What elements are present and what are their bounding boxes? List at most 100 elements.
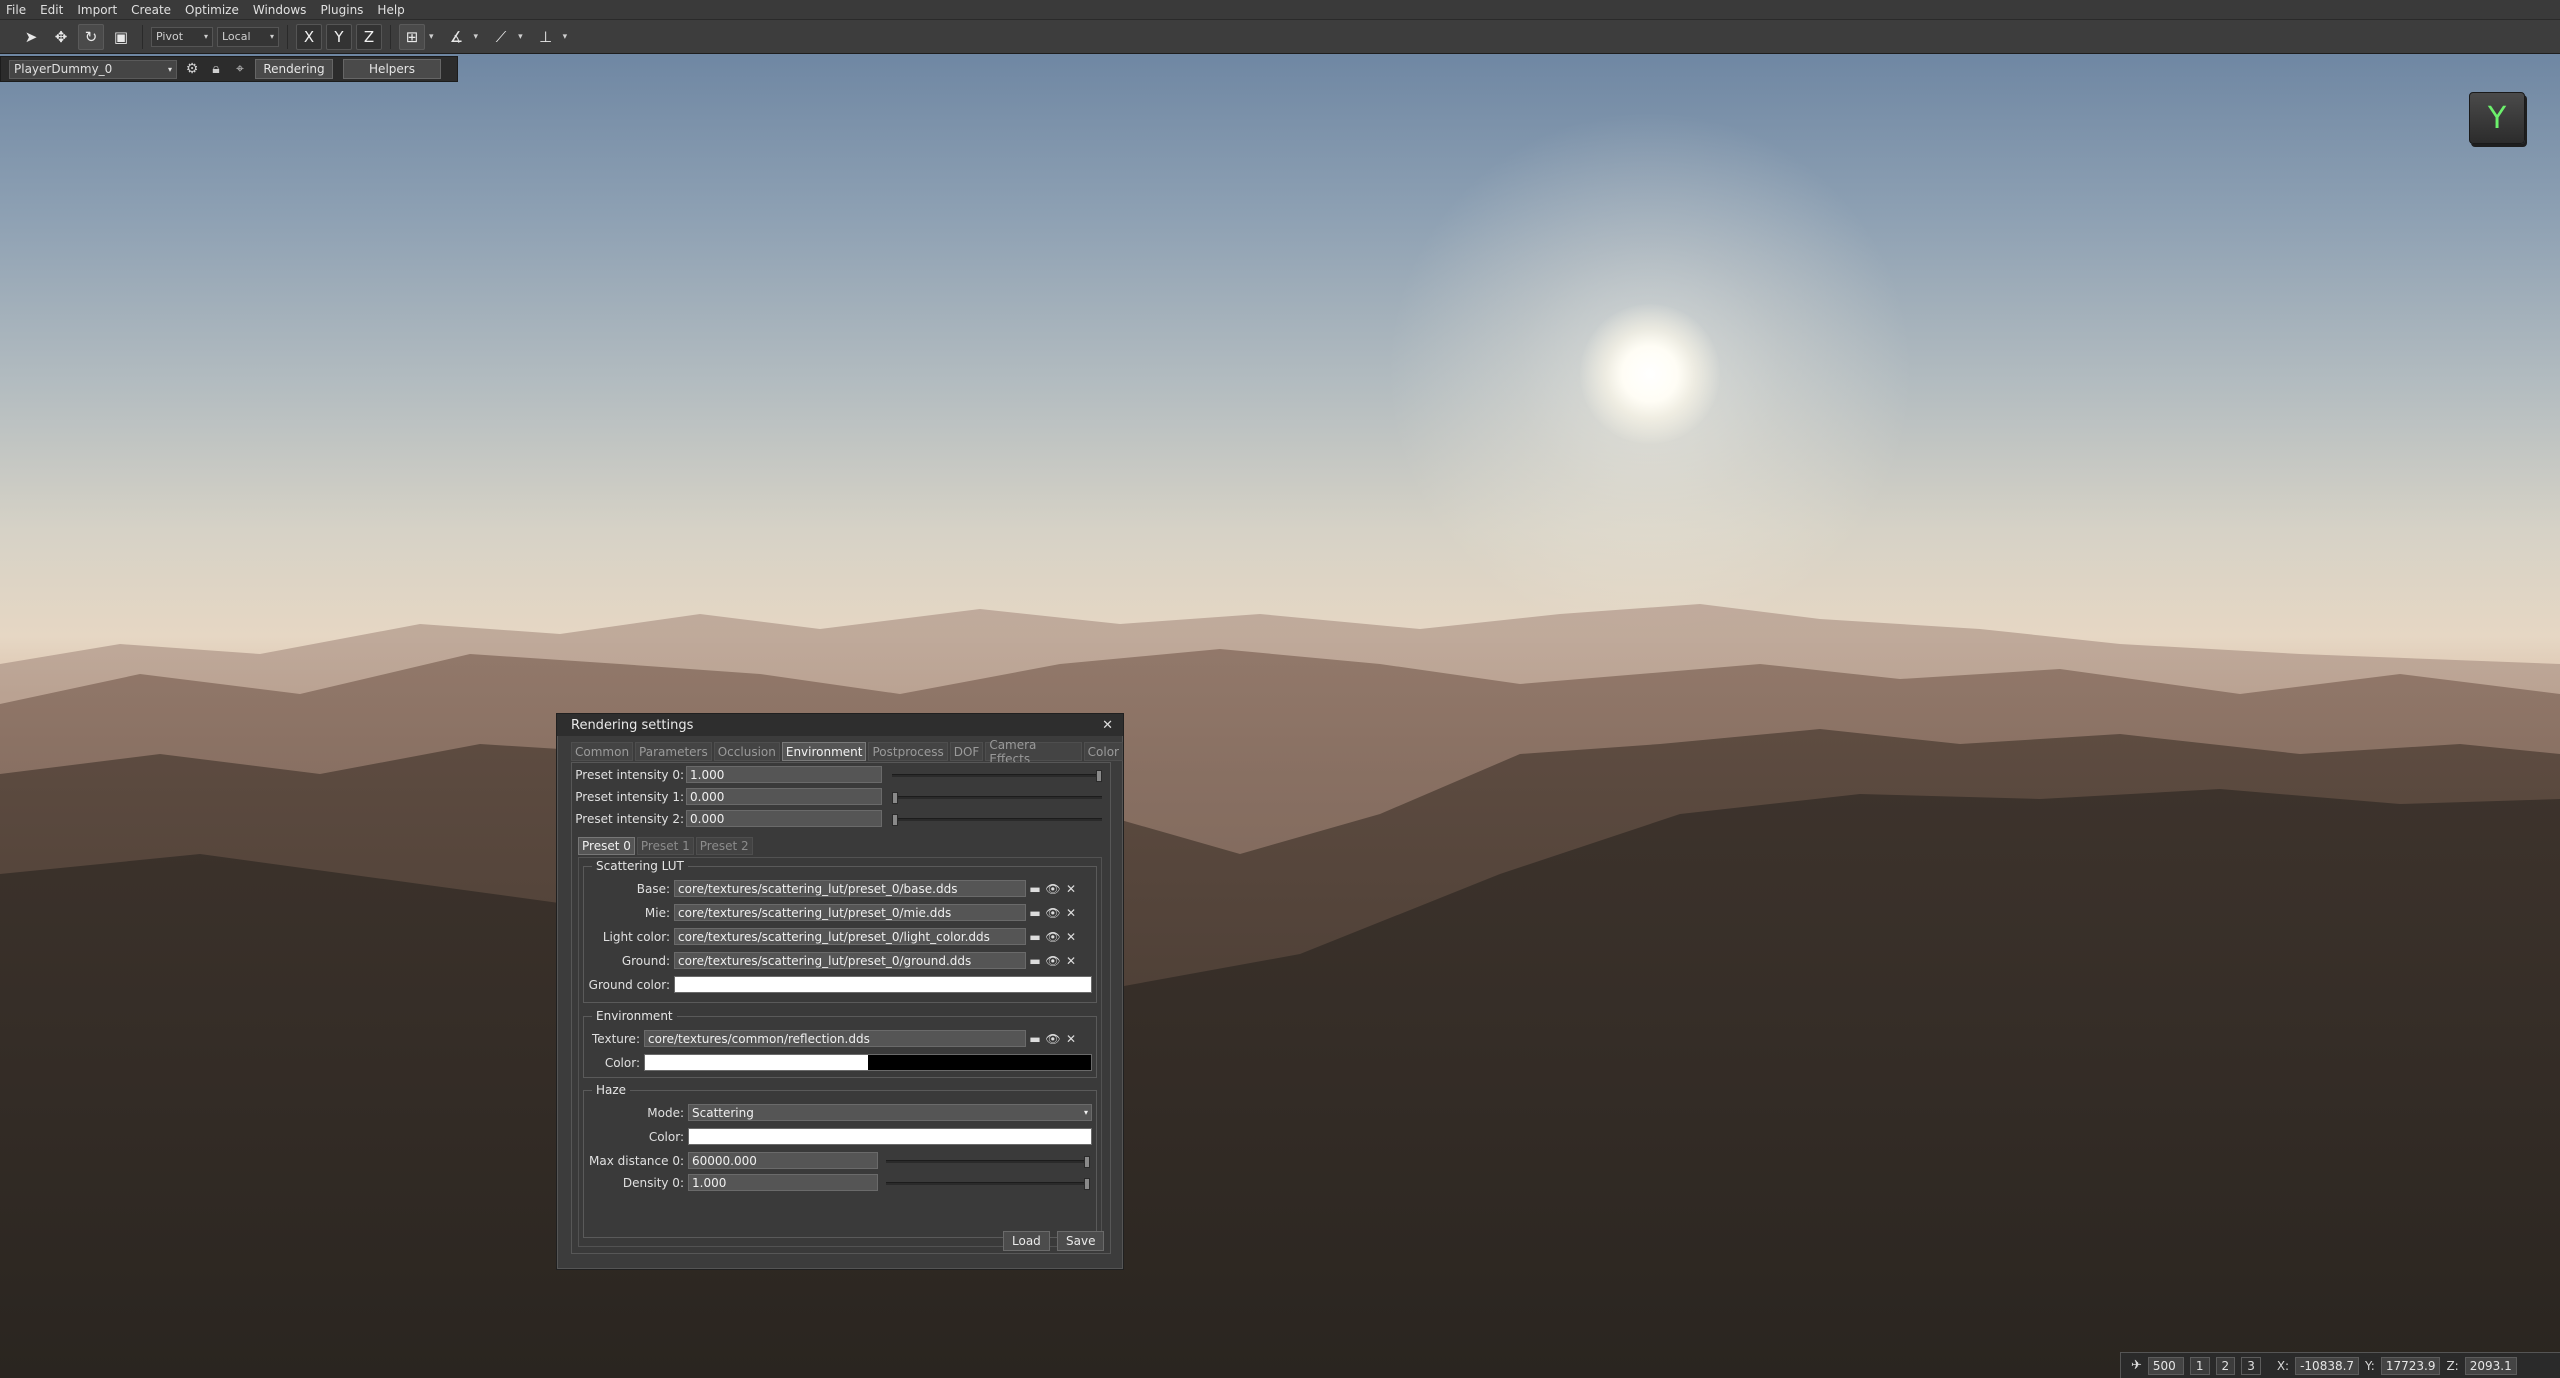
ground-path-field[interactable]: core/textures/scattering_lut/preset_0/gr… xyxy=(674,952,1026,969)
snap-angle-icon[interactable]: ∡ xyxy=(444,24,470,50)
view-2-button[interactable]: 2 xyxy=(2215,1356,2236,1375)
gear-icon[interactable]: ⚙ xyxy=(183,61,201,77)
axis-z-button[interactable]: Z xyxy=(356,23,382,50)
preset-intensity-2-slider[interactable] xyxy=(892,814,1102,826)
haze-mode-select[interactable]: Scattering ▾ xyxy=(688,1104,1092,1121)
preset-intensity-0-slider[interactable] xyxy=(892,770,1102,782)
clear-icon[interactable]: ✕ xyxy=(1062,1032,1080,1046)
eye-icon[interactable]: 👁︎ xyxy=(1044,882,1062,896)
select-tool-icon[interactable]: ➤ xyxy=(18,24,44,50)
mie-path-field[interactable]: core/textures/scattering_lut/preset_0/mi… xyxy=(674,904,1026,921)
tab-parameters[interactable]: Parameters xyxy=(635,742,712,761)
preset-intensity-2-field[interactable]: 0.000 xyxy=(686,810,882,827)
clear-icon[interactable]: ✕ xyxy=(1062,882,1080,896)
menu-windows[interactable]: Windows xyxy=(253,3,307,17)
load-button[interactable]: Load xyxy=(1003,1231,1050,1251)
tab-preset-2[interactable]: Preset 2 xyxy=(695,837,753,855)
folder-icon[interactable]: ▬ xyxy=(1026,930,1044,944)
pivot-select[interactable]: Pivot ▾ xyxy=(151,26,213,47)
space-value: Local xyxy=(222,30,251,43)
eye-icon[interactable]: 👁︎ xyxy=(1044,954,1062,968)
haze-color-label: Color: xyxy=(648,1129,684,1144)
haze-color-swatch[interactable] xyxy=(688,1128,1092,1145)
mie-label: Mie: xyxy=(644,905,670,920)
chevron-down-icon[interactable]: ▾ xyxy=(474,32,479,42)
save-button[interactable]: Save xyxy=(1057,1231,1105,1251)
clear-icon[interactable]: ✕ xyxy=(1062,930,1080,944)
snap-surface-icon[interactable]: ⟋ xyxy=(488,24,514,50)
space-select[interactable]: Local ▾ xyxy=(217,26,279,47)
environment-color-swatch[interactable] xyxy=(644,1054,1092,1071)
view-3-button[interactable]: 3 xyxy=(2241,1356,2261,1375)
max-distance-slider[interactable] xyxy=(886,1156,1090,1168)
menu-edit[interactable]: Edit xyxy=(40,3,63,17)
menu-plugins[interactable]: Plugins xyxy=(320,3,363,17)
rendering-button[interactable]: Rendering xyxy=(255,59,333,79)
toolbar-separator xyxy=(287,24,288,49)
preset-intensity-1-field[interactable]: 0.000 xyxy=(686,788,882,805)
menu-file[interactable]: File xyxy=(6,3,26,17)
menu-help[interactable]: Help xyxy=(377,3,404,17)
clear-icon[interactable]: ✕ xyxy=(1062,906,1080,920)
3d-viewport[interactable] xyxy=(0,54,2560,1378)
texture-label: Texture: xyxy=(592,1031,640,1046)
rotate-tool-icon[interactable]: ↻ xyxy=(78,23,104,50)
snap-ground-icon[interactable]: ⊥ xyxy=(533,24,559,50)
lock-icon[interactable]: 🔒︎ xyxy=(207,61,225,77)
slider-handle[interactable] xyxy=(1084,1156,1090,1168)
move-tool-icon[interactable]: ✥ xyxy=(48,24,74,50)
environment-title: Environment xyxy=(592,1009,677,1023)
base-path-field[interactable]: core/textures/scattering_lut/preset_0/ba… xyxy=(674,880,1026,897)
eye-icon[interactable]: 👁︎ xyxy=(1044,930,1062,944)
axis-y-button[interactable]: Y xyxy=(326,23,352,50)
scale-tool-icon[interactable]: ▣ xyxy=(108,24,134,50)
eye-icon[interactable]: 👁︎ xyxy=(1044,906,1062,920)
camera-speed-value[interactable]: 500 xyxy=(2147,1356,2184,1375)
density-field[interactable]: 1.000 xyxy=(688,1174,878,1191)
close-icon[interactable]: ✕ xyxy=(1102,718,1113,733)
environment-texture-row: Texture: core/textures/common/reflection… xyxy=(584,1030,1080,1047)
ground-color-swatch[interactable] xyxy=(674,976,1092,993)
tab-common[interactable]: Common xyxy=(571,742,634,761)
tab-environment[interactable]: Environment xyxy=(781,742,867,761)
slider-handle[interactable] xyxy=(892,792,898,804)
tab-preset-1[interactable]: Preset 1 xyxy=(636,837,694,855)
max-distance-field[interactable]: 60000.000 xyxy=(688,1152,878,1169)
helpers-button[interactable]: Helpers xyxy=(343,59,441,79)
texture-path-field[interactable]: core/textures/common/reflection.dds xyxy=(644,1030,1026,1047)
tab-dof[interactable]: DOF xyxy=(949,742,984,761)
toolbar-separator xyxy=(390,24,391,49)
menu-optimize[interactable]: Optimize xyxy=(185,3,239,17)
chevron-down-icon[interactable]: ▾ xyxy=(563,32,568,42)
tab-occlusion[interactable]: Occlusion xyxy=(713,742,780,761)
tab-postprocess[interactable]: Postprocess xyxy=(868,742,948,761)
eye-icon[interactable]: 👁︎ xyxy=(1044,1032,1062,1046)
clear-icon[interactable]: ✕ xyxy=(1062,954,1080,968)
axis-x-button[interactable]: X xyxy=(296,23,322,50)
tab-color[interactable]: Color xyxy=(1083,742,1123,761)
preset-intensity-0-field[interactable]: 1.000 xyxy=(686,766,882,783)
light-color-path-field[interactable]: core/textures/scattering_lut/preset_0/li… xyxy=(674,928,1026,945)
slider-handle[interactable] xyxy=(1084,1178,1090,1190)
density-slider[interactable] xyxy=(886,1178,1090,1190)
slider-handle[interactable] xyxy=(1096,770,1102,782)
chevron-down-icon[interactable]: ▾ xyxy=(518,32,523,42)
folder-icon[interactable]: ▬ xyxy=(1026,882,1044,896)
snap-grid-icon[interactable]: ⊞ xyxy=(399,23,425,50)
folder-icon[interactable]: ▬ xyxy=(1026,954,1044,968)
preset-intensity-0-label: Preset intensity 0: xyxy=(575,767,684,782)
dialog-titlebar[interactable]: Rendering settings ✕ xyxy=(557,714,1123,736)
folder-icon[interactable]: ▬ xyxy=(1026,906,1044,920)
crosshair-icon[interactable]: ⌖ xyxy=(231,61,249,77)
tab-camera-effects[interactable]: Camera Effects xyxy=(985,738,1082,766)
camera-player-select[interactable]: PlayerDummy_0 ▾ xyxy=(9,59,177,79)
menu-create[interactable]: Create xyxy=(131,3,171,17)
slider-handle[interactable] xyxy=(892,814,898,826)
tab-preset-0[interactable]: Preset 0 xyxy=(578,837,635,855)
preset-intensity-1-slider[interactable] xyxy=(892,792,1102,804)
chevron-down-icon[interactable]: ▾ xyxy=(429,32,434,42)
view-1-button[interactable]: 1 xyxy=(2189,1356,2210,1375)
view-axis-gizmo[interactable]: Y xyxy=(2469,92,2525,144)
folder-icon[interactable]: ▬ xyxy=(1026,1032,1044,1046)
menu-import[interactable]: Import xyxy=(77,3,117,17)
